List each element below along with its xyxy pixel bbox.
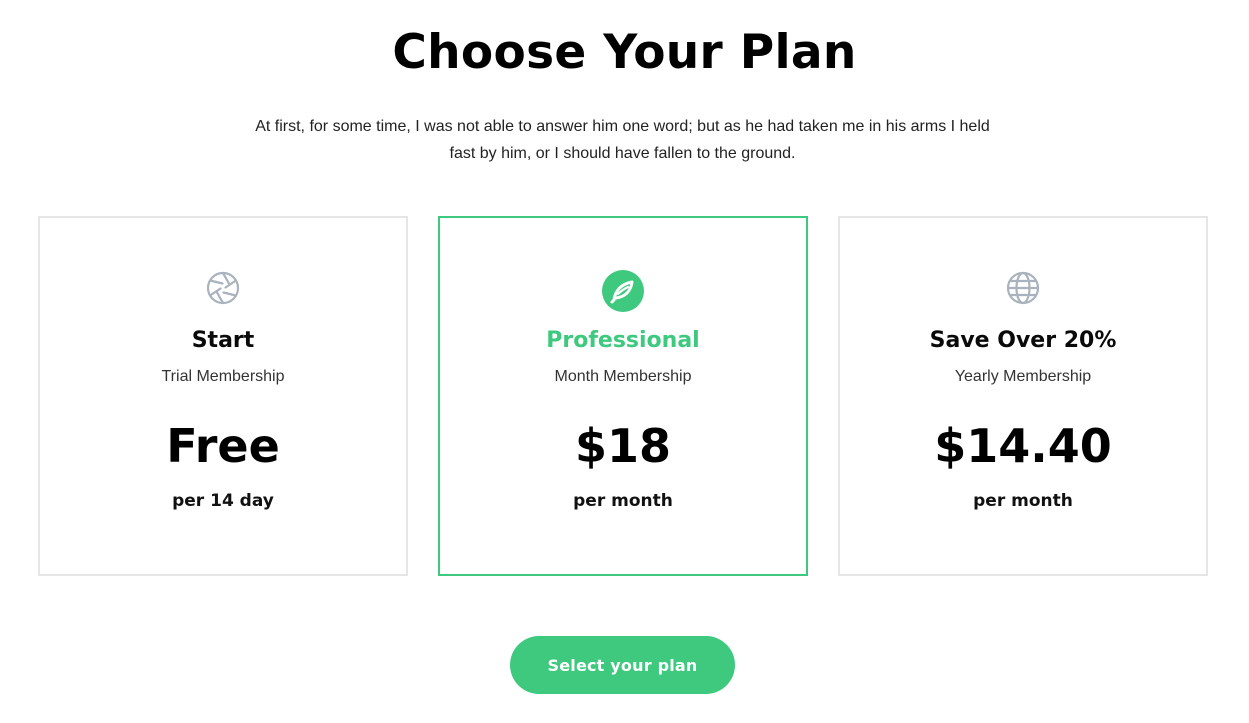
aperture-icon	[205, 270, 241, 306]
page-title: Choose Your Plan	[392, 25, 857, 80]
plan-membership: Month Membership	[554, 368, 692, 385]
plan-name: Start	[191, 328, 255, 353]
plan-period: per month	[973, 491, 1073, 511]
plan-membership: Yearly Membership	[954, 368, 1092, 385]
globe-icon	[1005, 270, 1041, 306]
plan-period: per month	[573, 491, 673, 511]
plan-price: $18	[574, 419, 672, 473]
plan-card-professional[interactable]: Professional Month Membership $18 per mo…	[438, 216, 808, 576]
plan-name: Professional	[546, 328, 700, 353]
intro-line-1: At first, for some time, I was not able …	[255, 118, 990, 135]
intro-line-2: fast by him, or I should have fallen to …	[449, 144, 796, 162]
plan-card-yearly[interactable]: Save Over 20% Yearly Membership $14.40 p…	[838, 216, 1208, 576]
select-plan-button[interactable]: Select your plan	[510, 636, 735, 694]
plan-membership: Trial Membership	[161, 368, 285, 385]
plan-card-start[interactable]: Start Trial Membership Free per 14 day	[38, 216, 408, 576]
plan-name: Save Over 20%	[929, 328, 1117, 353]
plan-price: Free	[166, 419, 280, 473]
plan-period: per 14 day	[172, 491, 274, 511]
plan-price: $14.40	[934, 419, 1112, 473]
leaf-badge-icon	[601, 269, 645, 313]
page-intro: At first, for some time, I was not able …	[200, 114, 1045, 167]
